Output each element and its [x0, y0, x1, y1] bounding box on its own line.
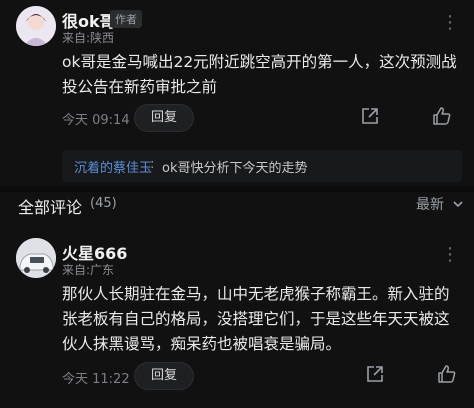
avatar[interactable]: [16, 238, 56, 278]
section-divider: [0, 186, 474, 192]
thumbs-up-icon[interactable]: [437, 364, 457, 384]
post-time: 今天 09:14: [62, 113, 130, 128]
post-text: ok哥是金马喊出22元附近跳空高开的第一人，这次预测战投公告在新药审批之前: [62, 53, 457, 96]
reply-button[interactable]: 回复: [134, 104, 194, 132]
comments-title: 全部评论: [18, 198, 83, 217]
more-options-icon[interactable]: ⋮: [441, 12, 460, 33]
comment-text: 那伙人长期驻在金马，山中无老虎猴子称霸王。新入驻的张老板有自己的格局，没搭理它们…: [62, 285, 450, 353]
sub-reply-separator: :: [150, 157, 155, 172]
sort-dropdown[interactable]: 最新: [416, 194, 444, 214]
chevron-down-icon[interactable]: [452, 195, 464, 217]
post-location: 来自:陕西: [62, 31, 115, 45]
comment-location: 来自:广东: [62, 263, 115, 277]
sub-reply-text: ok哥快分析下今天的走势: [162, 161, 308, 176]
avatar[interactable]: [16, 6, 56, 46]
thumbs-up-icon[interactable]: [432, 106, 452, 126]
more-options-icon[interactable]: ⋮: [441, 244, 460, 265]
sub-reply-username[interactable]: 沉着的蔡佳玉: [74, 157, 152, 176]
comments-count: (45): [90, 196, 117, 211]
reply-button[interactable]: 回复: [134, 362, 194, 390]
share-icon[interactable]: [361, 107, 379, 125]
comment-time: 今天 11:22: [62, 372, 130, 387]
author-badge: 作者: [110, 10, 142, 28]
share-icon[interactable]: [366, 365, 384, 383]
